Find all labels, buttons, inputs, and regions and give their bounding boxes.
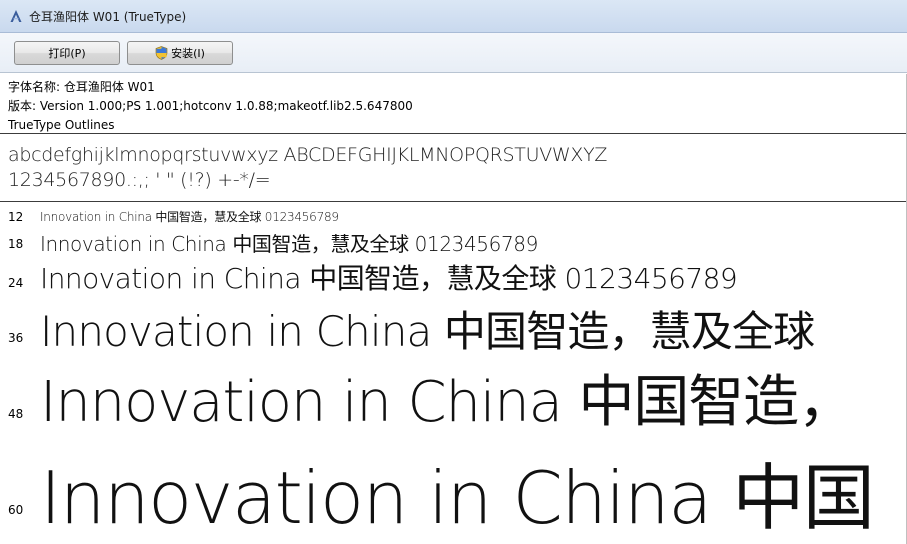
sample-size-label: 36 — [8, 331, 24, 345]
sample-size-label: 48 — [8, 407, 24, 421]
sample-row-12: 12 Innovation in China 中国智造，慧及全球 0123456… — [0, 205, 907, 227]
font-version-text: 版本: Version 1.000;PS 1.001;hotconv 1.0.8… — [8, 99, 413, 113]
window-title: 仓耳渔阳体 W01 (TrueType) — [29, 10, 187, 24]
shield-icon — [155, 46, 168, 60]
charset-digits-line: 1234567890.:,; ' " (!?) +-*/= — [8, 169, 271, 191]
sample-text: Innovation in China 中国智造，慧及全球 0123456789 — [40, 232, 538, 256]
sample-row-60: 60 Innovation in China 中国 — [0, 439, 907, 544]
sample-text: Innovation in China 中国 — [40, 456, 875, 540]
size-samples-area: 12 Innovation in China 中国智造，慧及全球 0123456… — [0, 203, 907, 544]
sample-text: Innovation in China 中国智造，慧及全球 — [40, 307, 815, 356]
sample-size-label: 18 — [8, 237, 24, 251]
font-app-icon — [10, 10, 22, 22]
character-set-preview: abcdefghijklmnopqrstuvwxyz ABCDEFGHIJKLM… — [0, 135, 907, 202]
sample-text: Innovation in China 中国智造， — [40, 370, 854, 435]
sample-row-48: 48 Innovation in China 中国智造， — [0, 356, 907, 438]
font-info-section: 字体名称: 仓耳渔阳体 W01 版本: Version 1.000;PS 1.0… — [0, 74, 907, 134]
sample-size-label: 12 — [8, 210, 24, 224]
install-button[interactable]: 安装(I) — [127, 41, 233, 65]
print-button[interactable]: 打印(P) — [14, 41, 120, 65]
sample-size-label: 24 — [8, 276, 24, 290]
sample-row-18: 18 Innovation in China 中国智造，慧及全球 0123456… — [0, 225, 907, 257]
install-button-label: 安装(I) — [171, 47, 205, 60]
sample-text: Innovation in China 中国智造，慧及全球 0123456789 — [40, 262, 738, 295]
charset-letters-line: abcdefghijklmnopqrstuvwxyz ABCDEFGHIJKLM… — [8, 144, 608, 166]
title-bar[interactable]: 仓耳渔阳体 W01 (TrueType) — [0, 0, 907, 33]
sample-size-label: 60 — [8, 503, 24, 517]
sample-row-24: 24 Innovation in China 中国智造，慧及全球 0123456… — [0, 256, 907, 298]
sample-row-36: 36 Innovation in China 中国智造，慧及全球 — [0, 297, 907, 357]
font-outline-type-text: TrueType Outlines — [8, 118, 115, 132]
toolbar: 打印(P) 安装(I) — [0, 33, 907, 73]
print-button-label: 打印(P) — [48, 47, 86, 60]
font-viewer-window: 仓耳渔阳体 W01 (TrueType) 打印(P) 安装(I) 字体名称: 仓… — [0, 0, 907, 544]
sample-text: Innovation in China 中国智造，慧及全球 0123456789 — [40, 210, 339, 224]
font-name-text: 字体名称: 仓耳渔阳体 W01 — [8, 80, 155, 94]
